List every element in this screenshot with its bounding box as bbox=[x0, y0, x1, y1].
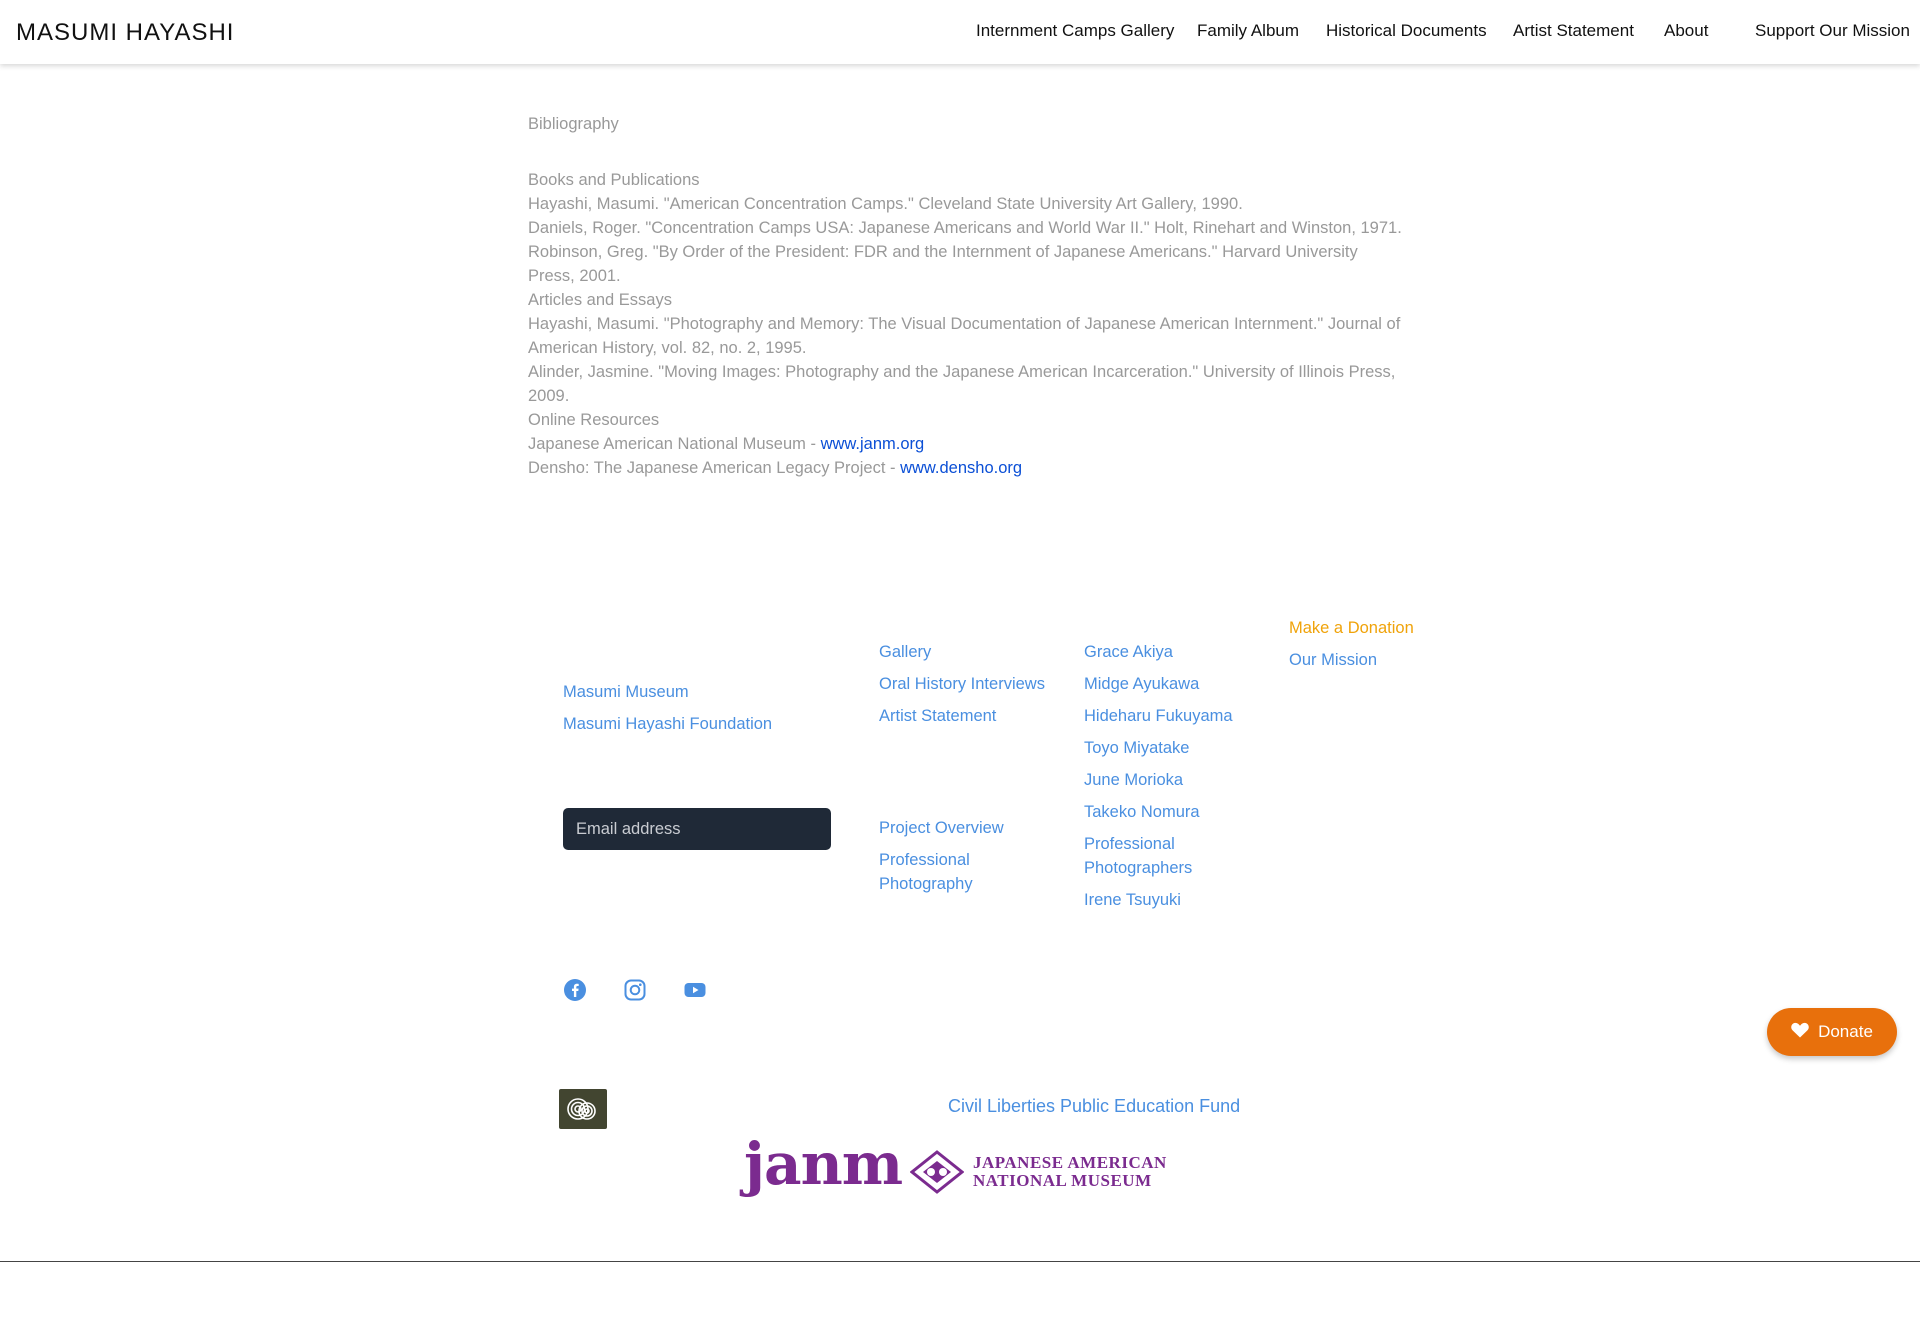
footer-link-hideharu-fukuyama[interactable]: Hideharu Fukuyama bbox=[1084, 704, 1233, 728]
nav-about[interactable]: About bbox=[1664, 21, 1708, 41]
janm-text-line-2: NATIONAL MUSEUM bbox=[973, 1171, 1152, 1190]
footer-link-grace-akiya[interactable]: Grace Akiya bbox=[1084, 640, 1173, 664]
footer-link-june-morioka[interactable]: June Morioka bbox=[1084, 768, 1183, 792]
resource-entry-janm: Japanese American National Museum - www.… bbox=[528, 432, 1408, 456]
nav-internment-camps-gallery[interactable]: Internment Camps Gallery bbox=[976, 21, 1174, 41]
footer-link-midge-ayukawa[interactable]: Midge Ayukawa bbox=[1084, 672, 1199, 696]
bibliography-section: Bibliography Books and Publications Haya… bbox=[528, 112, 1408, 480]
bibliography-entry: Alinder, Jasmine. "Moving Images: Photog… bbox=[528, 363, 1396, 405]
densho-link[interactable]: www.densho.org bbox=[900, 459, 1022, 477]
resource-label: Densho: The Japanese American Legacy Pro… bbox=[528, 459, 901, 477]
footer-link-takeko-nomura[interactable]: Takeko Nomura bbox=[1084, 800, 1200, 824]
footer-divider bbox=[0, 1261, 1920, 1262]
bibliography-entry: Robinson, Greg. "By Order of the Preside… bbox=[528, 243, 1358, 285]
janm-link[interactable]: www.janm.org bbox=[821, 435, 925, 453]
nav-support-our-mission[interactable]: Support Our Mission bbox=[1755, 21, 1910, 41]
footer-link-artist-statement[interactable]: Artist Statement bbox=[879, 704, 996, 728]
donate-label: Donate bbox=[1818, 1022, 1873, 1041]
footer-link-project-overview[interactable]: Project Overview bbox=[879, 816, 1004, 840]
footer-link-professional-photographers[interactable]: Professional Photographers bbox=[1084, 832, 1214, 880]
youtube-icon[interactable] bbox=[683, 978, 707, 1002]
nav-artist-statement[interactable]: Artist Statement bbox=[1513, 21, 1634, 41]
bibliography-entry: Daniels, Roger. "Concentration Camps USA… bbox=[528, 219, 1402, 237]
instagram-icon[interactable] bbox=[623, 978, 647, 1002]
section-heading-articles: Articles and Essays bbox=[528, 291, 672, 309]
footer-link-gallery[interactable]: Gallery bbox=[879, 640, 931, 664]
janm-logo-word: janm bbox=[744, 1130, 903, 1198]
section-heading-online: Online Resources bbox=[528, 411, 660, 429]
facebook-icon[interactable] bbox=[563, 978, 587, 1002]
footer-link-toyo-miyatake[interactable]: Toyo Miyatake bbox=[1084, 736, 1189, 760]
footer-link-professional-photography[interactable]: Professional Photography bbox=[879, 848, 1029, 896]
footer-link-masumi-hayashi-foundation[interactable]: Masumi Hayashi Foundation bbox=[563, 712, 772, 736]
clpef-link[interactable]: Civil Liberties Public Education Fund bbox=[948, 1096, 1240, 1117]
bibliography-title: Bibliography bbox=[528, 115, 619, 133]
footer-link-oral-history[interactable]: Oral History Interviews bbox=[879, 672, 1045, 696]
heart-icon bbox=[1791, 1022, 1809, 1043]
nav-historical-documents[interactable]: Historical Documents bbox=[1326, 21, 1487, 41]
footer-link-make-donation[interactable]: Make a Donation bbox=[1289, 616, 1414, 640]
resource-entry-densho: Densho: The Japanese American Legacy Pro… bbox=[528, 456, 1408, 480]
janm-text-line-1: JAPANESE AMERICAN bbox=[973, 1153, 1167, 1172]
top-navbar: MASUMI HAYASHI Internment Camps Gallery … bbox=[0, 0, 1920, 64]
bibliography-entry: Hayashi, Masumi. "American Concentration… bbox=[528, 195, 1243, 213]
janm-logo-text: JAPANESE AMERICAN NATIONAL MUSEUM bbox=[973, 1154, 1167, 1190]
newsletter-email-input[interactable] bbox=[563, 808, 831, 850]
section-heading-books: Books and Publications bbox=[528, 171, 700, 189]
site-brand[interactable]: MASUMI HAYASHI bbox=[16, 19, 234, 47]
foundation-logo[interactable] bbox=[559, 1089, 607, 1129]
footer-link-masumi-museum[interactable]: Masumi Museum bbox=[563, 680, 689, 704]
resource-label: Japanese American National Museum - bbox=[528, 435, 821, 453]
footer-link-our-mission[interactable]: Our Mission bbox=[1289, 648, 1377, 672]
bibliography-entry: Hayashi, Masumi. "Photography and Memory… bbox=[528, 315, 1401, 357]
donate-button[interactable]: Donate bbox=[1767, 1008, 1897, 1056]
janm-logo-mark-icon bbox=[909, 1150, 965, 1194]
footer-link-irene-tsuyuki[interactable]: Irene Tsuyuki bbox=[1084, 888, 1181, 912]
nav-family-album[interactable]: Family Album bbox=[1197, 21, 1299, 41]
